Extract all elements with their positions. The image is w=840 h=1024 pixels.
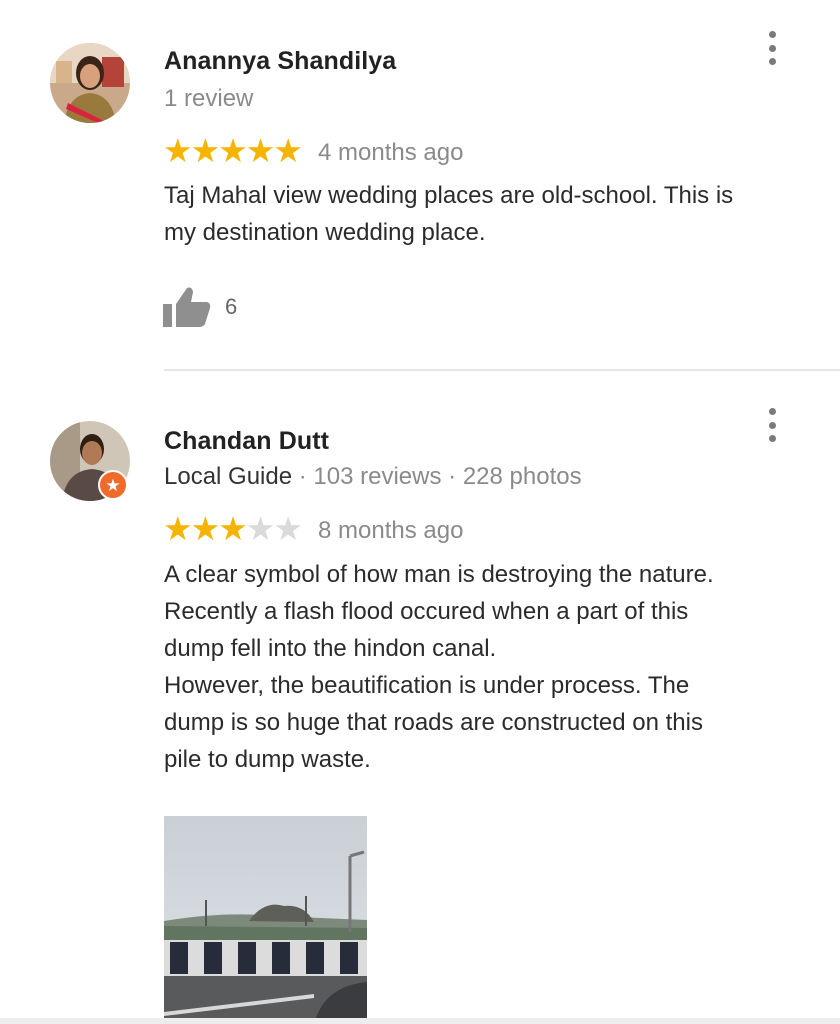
review-count: 103 reviews bbox=[313, 463, 442, 490]
avatar-photo bbox=[50, 43, 130, 123]
reviewer-meta: Local Guide · 103 reviews · 228 photos bbox=[164, 463, 582, 491]
review-photo[interactable] bbox=[164, 816, 367, 1024]
star-filled-icon: ★ bbox=[273, 132, 303, 169]
star-filled-icon: ★ bbox=[190, 132, 221, 169]
thumbs-up-icon bbox=[163, 287, 211, 327]
star-empty-icon: ★ bbox=[245, 510, 276, 547]
reviewer-name[interactable]: Anannya Shandilya bbox=[164, 47, 396, 76]
meta-separator: · bbox=[441, 463, 463, 490]
local-guide-badge-icon: ★ bbox=[98, 470, 128, 500]
review-text: A clear symbol of how man is destroying … bbox=[164, 561, 714, 773]
star-rating: ★★★★★ bbox=[163, 510, 303, 547]
star-empty-icon: ★ bbox=[273, 510, 303, 547]
like-count: 6 bbox=[225, 294, 238, 319]
avatar[interactable] bbox=[50, 43, 130, 123]
star-filled-icon: ★ bbox=[163, 132, 193, 169]
review-text: Taj Mahal view wedding places are old-sc… bbox=[164, 182, 734, 246]
star-filled-icon: ★ bbox=[190, 510, 221, 547]
review-card: Anannya Shandilya 1 review ★★★★★ 4 month… bbox=[0, 0, 840, 370]
review-time: 4 months ago bbox=[318, 139, 464, 166]
more-options-icon[interactable] bbox=[762, 31, 782, 65]
review-time: 8 months ago bbox=[318, 517, 464, 544]
bottom-edge bbox=[0, 1018, 840, 1024]
review-photo-image bbox=[164, 816, 367, 1024]
photo-count: 228 photos bbox=[462, 463, 582, 490]
star-filled-icon: ★ bbox=[245, 132, 276, 169]
meta-separator: · bbox=[292, 463, 314, 490]
star-filled-icon: ★ bbox=[163, 510, 193, 547]
star-filled-icon: ★ bbox=[218, 132, 248, 169]
like-button[interactable]: 6 bbox=[163, 286, 237, 328]
star-rating: ★★★★★ bbox=[163, 132, 303, 169]
review-count: 1 review bbox=[164, 85, 254, 112]
reviewer-name[interactable]: Chandan Dutt bbox=[164, 427, 329, 456]
reviewer-meta: 1 review bbox=[164, 85, 253, 113]
more-options-icon[interactable] bbox=[762, 408, 782, 442]
local-guide-label: Local Guide bbox=[164, 463, 293, 490]
star-filled-icon: ★ bbox=[218, 510, 248, 547]
